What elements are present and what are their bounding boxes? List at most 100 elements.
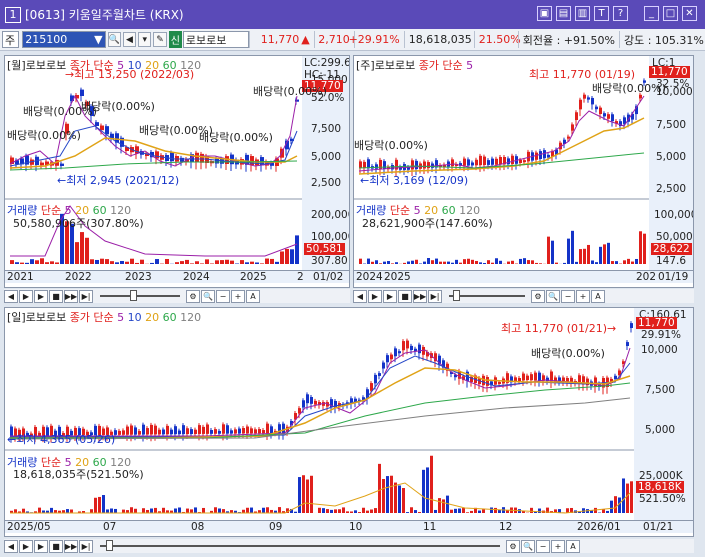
plus-icon[interactable]: +	[551, 539, 565, 553]
daily-volume-bar	[162, 507, 165, 513]
stop-icon[interactable]: ■	[49, 539, 63, 553]
close-icon[interactable]: ✕	[682, 6, 697, 21]
next-icon[interactable]: ▶▶	[413, 289, 427, 303]
daily-volume-bar	[194, 507, 197, 513]
daily-volume-bar	[462, 508, 465, 513]
first-icon[interactable]: ◀	[4, 289, 18, 303]
zoom-icon[interactable]: 🔍	[521, 539, 535, 553]
daily-candle	[174, 426, 177, 435]
play-icon[interactable]: ▶	[383, 289, 397, 303]
edit-icon[interactable]: ✎	[153, 32, 167, 47]
daily-volume-bar	[154, 507, 157, 513]
monthly-chart-panel[interactable]: [월]로보로보 종가 단순 5 10 20 60 120 LC:299.6 HC…	[4, 55, 350, 288]
daily-chart-svg[interactable]	[5, 308, 694, 537]
daily-volume-bar	[278, 507, 281, 513]
play-icon[interactable]: ▶	[34, 539, 48, 553]
weekly-volume-bar	[407, 261, 410, 264]
arrow-down-icon[interactable]: ▾	[138, 32, 152, 47]
daily-ma10: 10	[127, 311, 142, 324]
daily-candle	[118, 430, 121, 435]
daily-volume-bar	[494, 507, 497, 513]
text-size-icon[interactable]: A	[566, 539, 580, 553]
dropdown-icon[interactable]: ▼	[94, 33, 102, 46]
last-icon[interactable]: ▶|	[79, 539, 93, 553]
daily-zoom-slider[interactable]	[100, 540, 500, 551]
settings-icon[interactable]: ⚙	[186, 289, 200, 303]
weekly-zoom-slider[interactable]	[449, 290, 525, 301]
layout-icon[interactable]: ▣	[537, 6, 552, 21]
monthly-volume-bar	[30, 259, 34, 264]
save-icon[interactable]: ▥	[575, 6, 590, 21]
monthly-max-note: 최고 13,250 (2022/03)	[74, 68, 195, 81]
minimize-icon[interactable]: _	[644, 6, 659, 21]
monthly-volume-bar	[90, 259, 94, 264]
slider-thumb[interactable]	[106, 540, 113, 551]
minus-icon[interactable]: −	[216, 289, 230, 303]
daily-candle	[314, 400, 317, 405]
stop-icon[interactable]: ■	[49, 289, 63, 303]
prev-icon[interactable]: ▶	[368, 289, 382, 303]
prev-icon[interactable]: ▶	[19, 539, 33, 553]
daily-candle	[158, 429, 161, 435]
weekly-chart-panel[interactable]: [주]로보로보 종가 단순 5 LC:1 11,770 32.5% 10,000…	[353, 55, 694, 288]
weekly-volume-bar	[431, 260, 434, 264]
daily-candle	[522, 373, 525, 381]
slider-thumb[interactable]	[130, 290, 137, 301]
zoom-icon[interactable]: 🔍	[201, 289, 215, 303]
daily-volume-bar	[222, 509, 225, 513]
maximize-icon[interactable]: □	[663, 6, 678, 21]
first-icon[interactable]: ◀	[4, 539, 18, 553]
text-size-icon[interactable]: A	[591, 289, 605, 303]
image-icon[interactable]: ▤	[556, 6, 571, 21]
weekly-candle	[499, 157, 502, 165]
weekly-candle	[487, 160, 490, 165]
first-icon[interactable]: ◀	[353, 289, 367, 303]
daily-x-2026-01: 2026/01	[577, 521, 621, 533]
daily-chart-panel[interactable]: [일]로보로보 종가 단순 5 10 20 60 120 C:160.61 11…	[4, 307, 694, 537]
help-icon[interactable]: ?	[613, 6, 628, 21]
daily-volume-bar	[626, 483, 629, 513]
weekly-min-note: 최저 3,169 (12/09)	[369, 174, 469, 187]
settings-icon[interactable]: ⚙	[531, 289, 545, 303]
monthly-volume-bar	[105, 259, 109, 264]
minus-icon[interactable]: −	[536, 539, 550, 553]
text-size-icon[interactable]: A	[246, 289, 260, 303]
credit-badge: 신	[168, 31, 182, 48]
settings-icon[interactable]: ⚙	[506, 539, 520, 553]
minus-icon[interactable]: −	[561, 289, 575, 303]
pin-icon[interactable]: T	[594, 6, 609, 21]
monthly-candle	[40, 162, 44, 166]
last-icon[interactable]: ▶|	[79, 289, 93, 303]
monthly-volume-bar	[215, 260, 219, 264]
zoom-icon[interactable]: 🔍	[546, 289, 560, 303]
weekly-volume-bar	[419, 263, 422, 264]
weekly-volume-bar	[447, 261, 450, 264]
monthly-volume-bar	[115, 262, 119, 264]
plus-icon[interactable]: +	[576, 289, 590, 303]
window-title: [0613] 키움일주월차트 (KRX)	[25, 8, 184, 22]
next-icon[interactable]: ▶▶	[64, 539, 78, 553]
next-icon[interactable]: ▶▶	[64, 289, 78, 303]
last-icon[interactable]: ▶|	[428, 289, 442, 303]
monthly-candle	[135, 146, 139, 154]
monthly-x-date: 01/02	[313, 271, 344, 283]
stock-code-input[interactable]: 215100 ▼	[22, 31, 106, 48]
play-icon[interactable]: ▶	[34, 289, 48, 303]
daily-candle	[130, 425, 133, 435]
period-select[interactable]: 주	[2, 31, 20, 48]
speaker-icon[interactable]: ◀	[122, 32, 137, 47]
weekly-vol-axis-100000: 100,000	[654, 209, 694, 221]
stop-icon[interactable]: ■	[398, 289, 412, 303]
monthly-candle	[155, 151, 159, 159]
search-icon[interactable]: 🔍	[107, 32, 121, 47]
prev-icon[interactable]: ▶	[19, 289, 33, 303]
plus-icon[interactable]: +	[231, 289, 245, 303]
slider-thumb[interactable]	[453, 290, 460, 301]
weekly-volume-bar	[463, 259, 466, 264]
weekly-volume-bar	[387, 261, 390, 264]
monthly-volume-bar	[45, 262, 49, 264]
arrow-right-icon: →	[65, 68, 75, 81]
monthly-zoom-slider[interactable]	[100, 290, 180, 301]
weekly-candle	[603, 113, 606, 117]
daily-candle	[150, 424, 153, 435]
